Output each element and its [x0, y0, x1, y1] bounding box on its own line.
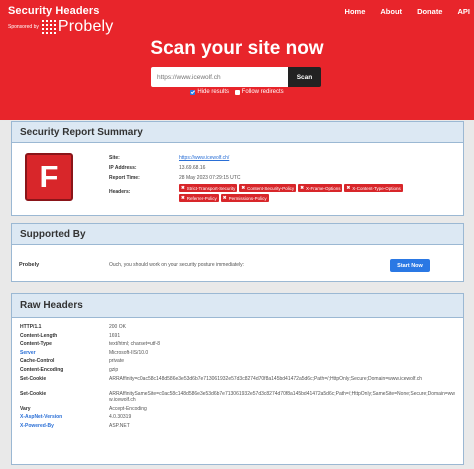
- ip-row: IP Address: 13.69.68.16: [109, 165, 205, 171]
- header-row: Cache-Control private: [12, 358, 463, 367]
- x-icon: ✖: [181, 185, 185, 190]
- sponsor-name: Probely: [19, 262, 40, 268]
- grade-badge: F: [25, 153, 73, 201]
- header-tag-label: Strict-Transport-Security: [186, 185, 236, 191]
- site-link[interactable]: https://www.icewolf.ch/: [179, 155, 229, 161]
- x-icon: ✖: [241, 185, 246, 190]
- raw-heading: Raw Headers: [12, 294, 463, 318]
- x-icon: ✖: [222, 195, 227, 200]
- header-row: Vary Accept-Encoding: [12, 406, 463, 415]
- header-tag-label: Content-Security-Policy: [247, 185, 295, 191]
- header-value: ARRAffinity=c0ac58c148d586e3e53d6b7e7130…: [109, 375, 423, 382]
- header-tag-label: Referrer-Policy: [186, 195, 217, 201]
- site-row: Site: https://www.icewolf.ch/: [109, 155, 229, 161]
- start-now-button[interactable]: Start Now: [390, 259, 430, 272]
- x-icon: ✖: [300, 185, 304, 190]
- nav-about[interactable]: About: [380, 7, 402, 16]
- raw-headers-table: HTTP/1.1 200 OK Content-Length 1691 Content-…: [12, 324, 463, 431]
- hide-results-option[interactable]: Hide results: [190, 89, 229, 95]
- brand-title: Security Headers: [8, 5, 100, 17]
- headers-label: Headers:: [109, 189, 131, 195]
- nav-home[interactable]: Home: [345, 7, 366, 16]
- url-input[interactable]: [151, 67, 288, 87]
- header-name: Content-Encoding: [20, 366, 64, 373]
- header-value: 1691: [109, 332, 121, 339]
- header-value: Accept-Encoding: [109, 405, 147, 412]
- x-icon: ✖: [346, 185, 351, 190]
- follow-redirects-checkbox[interactable]: [234, 89, 240, 95]
- sponsor-line: Sponsored by Probely: [8, 18, 114, 36]
- headers-row: Headers:: [109, 189, 179, 195]
- header-value: ASP.NET: [109, 422, 130, 429]
- brand[interactable]: Security Headers Sponsored by Probely: [8, 5, 114, 36]
- header-tag-label: Permissions-Policy: [228, 195, 267, 201]
- nav-donate[interactable]: Donate: [417, 7, 442, 16]
- time-value: 28 May 2023 07:29:15 UTC: [179, 175, 241, 181]
- header-tag[interactable]: ✖ Strict-Transport-Security: [179, 184, 238, 192]
- header-tag[interactable]: ✖ X-Content-Type-Options: [344, 184, 403, 192]
- probely-logo-text: Probely: [57, 18, 114, 35]
- time-label: Report Time:: [109, 175, 140, 181]
- header-name[interactable]: X-AspNet-Version: [20, 414, 109, 420]
- time-row: Report Time: 28 May 2023 07:29:15 UTC: [109, 175, 240, 181]
- header-row: X-Powered-By ASP.NET: [12, 423, 463, 432]
- header-row: Set-Cookie ARRAffinitySameSite=c0ac58c148…: [12, 391, 463, 406]
- header-name[interactable]: X-Powered-By: [20, 423, 109, 429]
- header-tag[interactable]: ✖ Permissions-Policy: [220, 194, 269, 202]
- header-value: Microsoft-IIS/10.0: [109, 349, 149, 356]
- header-value: gzip: [109, 366, 119, 373]
- hide-results-checkbox[interactable]: [190, 89, 196, 95]
- header-value: ARRAffinitySameSite=c0ac58c148d586e3e53d…: [109, 390, 455, 404]
- header-row: Server Microsoft-IIS/10.0: [12, 350, 463, 359]
- header-tag[interactable]: ✖ Content-Security-Policy: [239, 184, 297, 192]
- header-name: Content-Type: [20, 341, 52, 348]
- summary-heading: Security Report Summary: [12, 122, 463, 143]
- ip-value: 13.69.68.16: [179, 165, 206, 171]
- supported-heading: Supported By: [12, 224, 463, 245]
- missing-headers: ✖ Strict-Transport-Security ✖ Content-Secu…: [179, 184, 437, 204]
- site-label: Site:: [109, 155, 120, 161]
- header-name: Content-Length: [20, 332, 58, 339]
- scan-title: Scan your site now: [150, 38, 324, 59]
- header-value: 4.0.30319: [109, 414, 132, 421]
- header-tag-label: X-Frame-Options: [305, 185, 341, 191]
- raw-headers-panel: Raw Headers HTTP/1.1 200 OK Content-Length…: [11, 293, 464, 465]
- header-row: Content-Encoding gzip: [12, 367, 463, 376]
- follow-redirects-label: Follow redirects: [241, 89, 284, 95]
- header-tag[interactable]: ✖ Referrer-Policy: [179, 194, 219, 202]
- scan-form: Scan: [151, 67, 321, 87]
- header-row: HTTP/1.1 200 OK: [12, 324, 463, 333]
- header-value: private: [109, 358, 125, 365]
- probely-logo-icon: [41, 19, 57, 35]
- header-name: Set-Cookie: [20, 375, 47, 382]
- security-report-summary: Security Report Summary F Site: https://…: [11, 121, 464, 216]
- header-name[interactable]: Server: [20, 350, 109, 356]
- sponsor-message: Ouch, you should work on your security p…: [109, 262, 245, 268]
- header-name: Vary: [20, 405, 31, 412]
- header-row: Set-Cookie ARRAffinity=c0ac58c148d586e3e5…: [12, 376, 463, 391]
- header-name: HTTP/1.1: [20, 324, 42, 330]
- hide-results-label: Hide results: [197, 89, 229, 95]
- supported-by-panel: Supported By Probely Ouch, you should wo…: [11, 223, 464, 282]
- header-row: Content-Type text/html; charset=utf-8: [12, 341, 463, 350]
- header-name: Cache-Control: [20, 358, 55, 365]
- header-row: Content-Length 1691: [12, 333, 463, 342]
- header-tag[interactable]: ✖ X-Frame-Options: [298, 184, 343, 192]
- header-value: text/html; charset=utf-8: [109, 341, 160, 348]
- top-nav: Home About Donate API: [345, 7, 474, 16]
- x-icon: ✖: [181, 195, 185, 200]
- follow-redirects-option[interactable]: Follow redirects: [234, 89, 284, 95]
- scan-button[interactable]: Scan: [288, 67, 321, 87]
- hero-banner: Security Headers Sponsored by Probely Ho…: [0, 0, 474, 120]
- header-value: 200 OK: [109, 324, 126, 330]
- sponsor-label: Sponsored by: [8, 24, 39, 30]
- ip-label: IP Address:: [109, 165, 137, 171]
- header-row: X-AspNet-Version 4.0.30319: [12, 414, 463, 423]
- nav-api[interactable]: API: [457, 7, 470, 16]
- scan-options: Hide results Follow redirects: [0, 89, 474, 97]
- header-tag-label: X-Content-Type-Options: [352, 185, 401, 191]
- header-name: Set-Cookie: [20, 390, 47, 397]
